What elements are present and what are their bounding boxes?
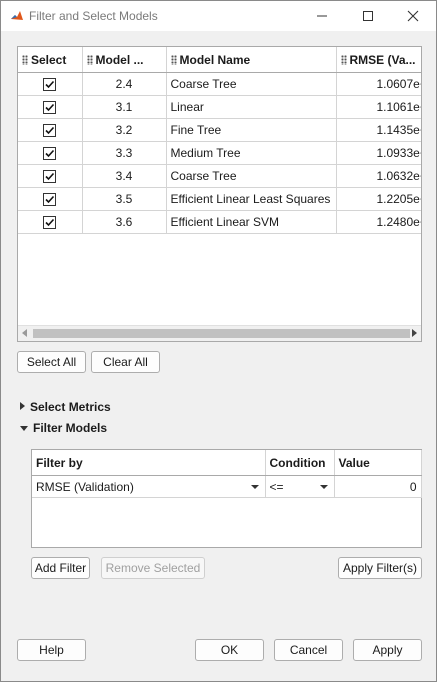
- model-number-cell: 3.3: [82, 141, 167, 165]
- checkmark-icon: [45, 218, 55, 226]
- maximize-icon: [363, 11, 373, 21]
- maximize-button[interactable]: [345, 1, 391, 31]
- help-button[interactable]: Help: [17, 639, 86, 661]
- model-name-cell: Linear: [166, 95, 337, 119]
- table-row[interactable]: 3.3 Medium Tree 1.0933e+0: [18, 141, 421, 165]
- select-cell[interactable]: [18, 210, 83, 234]
- minimize-button[interactable]: [299, 1, 345, 31]
- row-checkbox[interactable]: [43, 192, 57, 206]
- matlab-app-icon: [10, 9, 24, 23]
- checkmark-icon: [45, 103, 55, 111]
- model-name-cell: Efficient Linear Least Squares: [166, 187, 337, 211]
- column-header-rmse[interactable]: RMSE (Va...: [336, 47, 421, 73]
- close-icon: [407, 10, 419, 22]
- row-checkbox[interactable]: [43, 100, 57, 114]
- model-name-cell: Coarse Tree: [166, 164, 337, 188]
- model-name-cell: Medium Tree: [166, 141, 337, 165]
- value-input[interactable]: 0: [334, 475, 422, 498]
- remove-selected-button[interactable]: Remove Selected: [101, 557, 205, 579]
- column-header-select[interactable]: Select: [18, 47, 83, 73]
- drag-grip-icon[interactable]: [86, 54, 93, 65]
- table-row[interactable]: 2.4 Coarse Tree 1.0607e+0: [18, 72, 421, 96]
- checkmark-icon: [45, 126, 55, 134]
- filter-table: Filter by Condition Value RMSE (Validati…: [31, 449, 422, 548]
- rmse-cell: 1.2205e+0: [336, 187, 421, 211]
- checkmark-icon: [45, 149, 55, 157]
- expand-right-icon: [20, 402, 25, 410]
- add-filter-button[interactable]: Add Filter: [31, 557, 90, 579]
- checkmark-icon: [45, 172, 55, 180]
- select-cell[interactable]: [18, 141, 83, 165]
- models-table: Select Model ... Model Name RMSE (Va... …: [17, 46, 422, 342]
- drag-grip-icon[interactable]: [170, 54, 177, 65]
- model-number-cell: 2.4: [82, 72, 167, 96]
- drag-grip-icon[interactable]: [22, 54, 28, 65]
- filter-table-header: Filter by Condition Value: [32, 450, 422, 476]
- rmse-cell: 1.2480e+0: [336, 210, 421, 234]
- table-row[interactable]: 3.4 Coarse Tree 1.0632e+0: [18, 164, 421, 188]
- rmse-cell: 1.0933e+0: [336, 141, 421, 165]
- column-header-value: Value: [334, 450, 422, 476]
- scroll-left-icon[interactable]: [22, 329, 27, 337]
- title-bar: Filter and Select Models: [1, 1, 436, 31]
- collapse-down-icon: [20, 426, 28, 431]
- filter-row[interactable]: RMSE (Validation) <= 0: [32, 475, 422, 498]
- table-row[interactable]: 3.5 Efficient Linear Least Squares 1.220…: [18, 187, 421, 211]
- column-header-model-name[interactable]: Model Name: [166, 47, 337, 73]
- filter-models-section[interactable]: Filter Models: [20, 421, 107, 435]
- model-number-cell: 3.4: [82, 164, 167, 188]
- row-checkbox[interactable]: [43, 123, 57, 137]
- dropdown-arrow-icon: [319, 485, 328, 489]
- apply-filters-button[interactable]: Apply Filter(s): [338, 557, 422, 579]
- ok-button[interactable]: OK: [195, 639, 264, 661]
- close-button[interactable]: [390, 1, 436, 31]
- model-name-cell: Fine Tree: [166, 118, 337, 142]
- drag-grip-icon[interactable]: [340, 54, 347, 65]
- rmse-cell: 1.0632e+0: [336, 164, 421, 188]
- select-cell[interactable]: [18, 164, 83, 188]
- select-cell[interactable]: [18, 72, 83, 96]
- rmse-cell: 1.1061e+0: [336, 95, 421, 119]
- row-checkbox[interactable]: [43, 146, 57, 160]
- row-checkbox[interactable]: [43, 77, 57, 91]
- model-number-cell: 3.1: [82, 95, 167, 119]
- apply-button[interactable]: Apply: [353, 639, 422, 661]
- checkmark-icon: [45, 80, 55, 88]
- model-number-cell: 3.5: [82, 187, 167, 211]
- checkmark-icon: [45, 195, 55, 203]
- rmse-cell: 1.0607e+0: [336, 72, 421, 96]
- scroll-right-icon[interactable]: [412, 329, 417, 337]
- filter-select-models-dialog: Filter and Select Models Select Model ..…: [0, 0, 437, 682]
- cancel-button[interactable]: Cancel: [274, 639, 343, 661]
- model-number-cell: 3.6: [82, 210, 167, 234]
- rmse-cell: 1.1435e+0: [336, 118, 421, 142]
- model-number-cell: 3.2: [82, 118, 167, 142]
- minimize-icon: [317, 15, 327, 17]
- horizontal-scrollbar[interactable]: [18, 325, 421, 341]
- model-name-cell: Coarse Tree: [166, 72, 337, 96]
- model-name-cell: Efficient Linear SVM: [166, 210, 337, 234]
- column-header-model-number[interactable]: Model ...: [82, 47, 167, 73]
- row-checkbox[interactable]: [43, 215, 57, 229]
- select-cell[interactable]: [18, 118, 83, 142]
- window-title: Filter and Select Models: [29, 9, 158, 23]
- select-cell[interactable]: [18, 187, 83, 211]
- table-row[interactable]: 3.1 Linear 1.1061e+0: [18, 95, 421, 119]
- condition-dropdown[interactable]: <=: [265, 475, 335, 498]
- filter-by-dropdown[interactable]: RMSE (Validation): [32, 475, 266, 498]
- models-table-header: Select Model ... Model Name RMSE (Va...: [18, 47, 421, 73]
- select-cell[interactable]: [18, 95, 83, 119]
- table-row[interactable]: 3.2 Fine Tree 1.1435e+0: [18, 118, 421, 142]
- column-header-condition: Condition: [265, 450, 335, 476]
- select-all-button[interactable]: Select All: [17, 351, 86, 373]
- scrollbar-thumb[interactable]: [33, 329, 410, 338]
- dropdown-arrow-icon: [250, 485, 259, 489]
- select-metrics-section[interactable]: Select Metrics: [20, 400, 111, 414]
- table-row[interactable]: 3.6 Efficient Linear SVM 1.2480e+0: [18, 210, 421, 234]
- row-checkbox[interactable]: [43, 169, 57, 183]
- clear-all-button[interactable]: Clear All: [91, 351, 160, 373]
- column-header-filter-by: Filter by: [32, 450, 266, 476]
